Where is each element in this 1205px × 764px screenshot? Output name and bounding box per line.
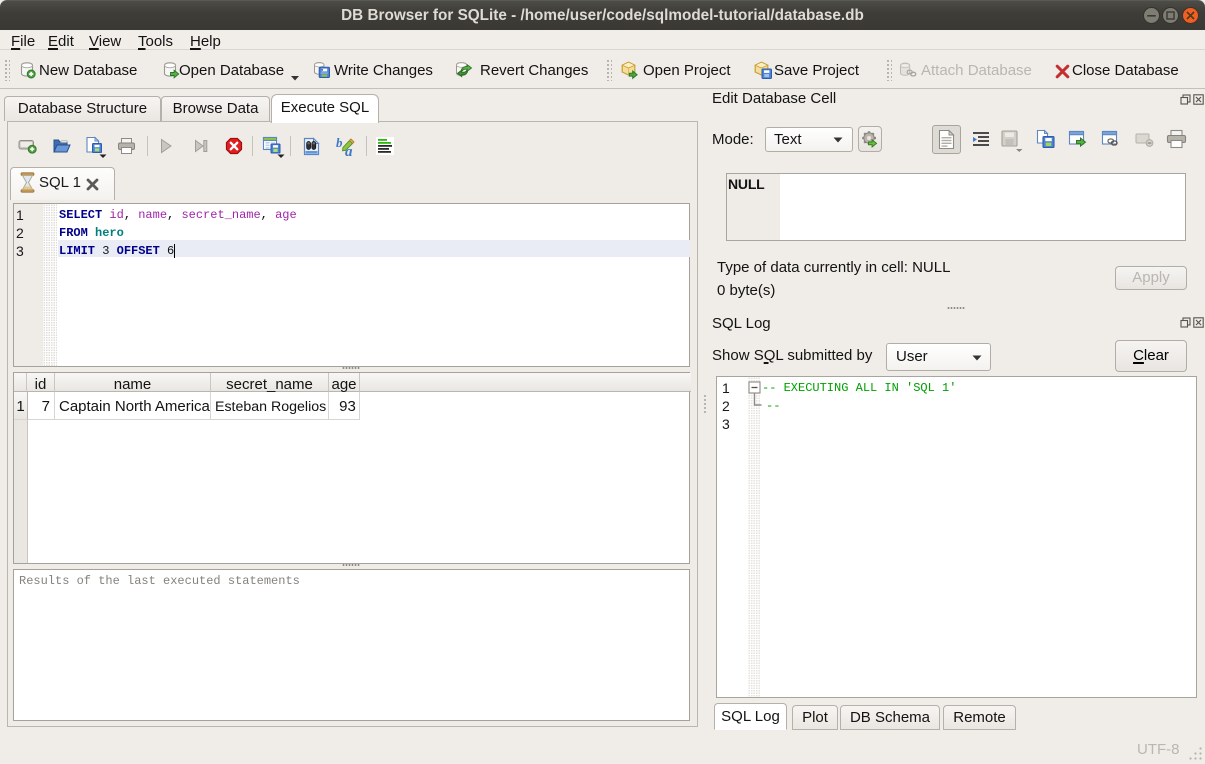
svg-text:b: b [336, 136, 343, 150]
